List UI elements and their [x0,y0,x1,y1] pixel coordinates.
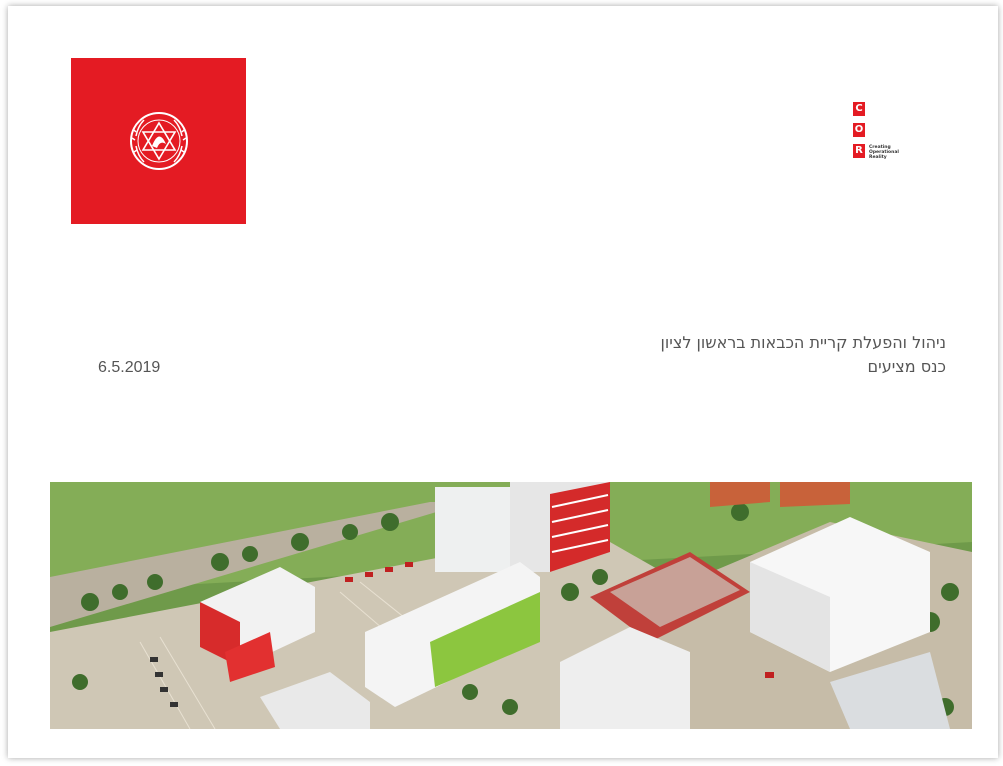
title-line-2: כנס מציעים [867,357,946,376]
document-title: ניהול והפעלת קריית הכבאות בראשון לציון כ… [661,331,946,379]
cor-logo: C O R Creating Operational Reality [853,102,943,166]
cor-letter-c: C [853,102,865,116]
cor-tagline: Creating Operational Reality [869,145,899,160]
fire-rescue-logo [71,58,246,224]
fire-rescue-emblem-icon [130,112,188,170]
cor-letter-r: R [853,144,865,158]
title-line-1: ניהול והפעלת קריית הכבאות בראשון לציון [660,333,946,352]
cor-letter-o: O [853,123,865,137]
aerial-campus-render [50,482,972,729]
document-page: C O R Creating Operational Reality 6.5.2… [8,6,998,758]
document-date: 6.5.2019 [98,359,161,376]
